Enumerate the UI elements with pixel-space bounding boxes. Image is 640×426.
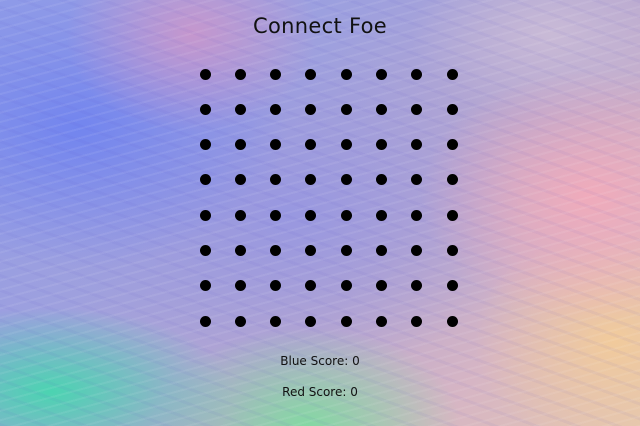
grid-dot-r2-c2[interactable] — [234, 103, 246, 115]
grid-dot-r3-c3[interactable] — [270, 139, 282, 151]
grid-dot-r4-c4[interactable] — [305, 174, 317, 186]
grid-dot-r5-c4[interactable] — [305, 209, 317, 221]
grid-dot-r5-c3[interactable] — [270, 209, 282, 221]
grid-dot-r2-c8[interactable] — [446, 103, 458, 115]
grid-dot-r8-c8[interactable] — [446, 315, 458, 327]
grid-dot-r2-c4[interactable] — [305, 103, 317, 115]
grid-dot-r6-c4[interactable] — [305, 245, 317, 256]
grid-dot-r7-c7[interactable] — [411, 280, 423, 292]
grid-dot-r3-c2[interactable] — [234, 139, 246, 151]
grid-dot-r4-c5[interactable] — [340, 174, 352, 186]
grid-dot-r4-c1[interactable] — [199, 174, 211, 186]
grid-dot-r5-c1[interactable] — [199, 209, 211, 221]
grid-dot-r1-c5[interactable] — [340, 68, 352, 80]
grid-dot-r1-c6[interactable] — [376, 68, 387, 80]
grid-dot-r8-c1[interactable] — [199, 315, 211, 327]
grid-dot-r7-c5[interactable] — [340, 280, 352, 292]
grid-dot-r1-c1[interactable] — [199, 68, 211, 80]
grid-dot-r7-c4[interactable] — [305, 280, 317, 292]
grid-dot-r8-c2[interactable] — [234, 315, 246, 327]
grid-dot-r8-c4[interactable] — [305, 315, 317, 327]
grid-dot-r2-c7[interactable] — [411, 103, 423, 115]
grid-dot-r7-c8[interactable] — [446, 280, 458, 292]
grid-dot-r5-c5[interactable] — [340, 209, 352, 221]
grid-dot-r6-c3[interactable] — [270, 245, 282, 256]
grid-dot-r8-c7[interactable] — [411, 315, 423, 327]
grid-dot-r2-c6[interactable] — [376, 103, 387, 115]
grid-dot-r4-c6[interactable] — [376, 174, 387, 186]
grid-dot-r2-c3[interactable] — [270, 103, 282, 115]
grid-dot-r6-c8[interactable] — [446, 245, 458, 256]
grid-dot-r7-c2[interactable] — [234, 280, 246, 292]
grid-dot-r3-c8[interactable] — [446, 139, 458, 151]
grid-dot-r2-c5[interactable] — [340, 103, 352, 115]
grid-dot-r6-c6[interactable] — [376, 245, 387, 256]
grid-dot-r8-c5[interactable] — [340, 315, 352, 327]
grid-dot-r6-c7[interactable] — [411, 245, 423, 256]
grid-dot-r4-c3[interactable] — [270, 174, 282, 186]
grid-dot-r4-c2[interactable] — [234, 174, 246, 186]
grid-dot-r6-c5[interactable] — [340, 245, 352, 256]
blue-score: Blue Score: 0 — [280, 354, 360, 368]
grid-dot-r1-c4[interactable] — [305, 68, 317, 80]
grid-dot-r5-c6[interactable] — [376, 209, 387, 221]
grid-dot-r7-c6[interactable] — [376, 280, 387, 292]
grid-dot-r3-c1[interactable] — [199, 139, 211, 151]
red-score: Red Score: 0 — [282, 385, 358, 399]
grid-dot-r5-c8[interactable] — [446, 209, 458, 221]
grid-dot-r3-c7[interactable] — [411, 139, 423, 151]
grid-dot-r6-c2[interactable] — [234, 245, 246, 256]
grid-dot-r1-c2[interactable] — [234, 68, 246, 80]
grid-dot-r3-c6[interactable] — [376, 139, 387, 151]
grid-dot-r6-c1[interactable] — [199, 245, 211, 256]
grid-dot-r8-c3[interactable] — [270, 315, 282, 327]
grid-dot-r5-c7[interactable] — [411, 209, 423, 221]
grid-dot-r8-c6[interactable] — [376, 315, 387, 327]
grid-dot-r5-c2[interactable] — [234, 209, 246, 221]
grid-dot-r3-c5[interactable] — [340, 139, 352, 151]
grid-dot-r3-c4[interactable] — [305, 139, 317, 151]
grid-dot-r1-c8[interactable] — [446, 68, 458, 80]
grid-dot-r7-c1[interactable] — [199, 280, 211, 292]
grid-dot-r4-c7[interactable] — [411, 174, 423, 186]
grid-dot-r4-c8[interactable] — [446, 174, 458, 186]
grid-dot-r1-c3[interactable] — [270, 68, 282, 80]
grid-dot-r2-c1[interactable] — [199, 103, 211, 115]
grid-dot-r7-c3[interactable] — [270, 280, 282, 292]
grid-dot-r1-c7[interactable] — [411, 68, 423, 80]
